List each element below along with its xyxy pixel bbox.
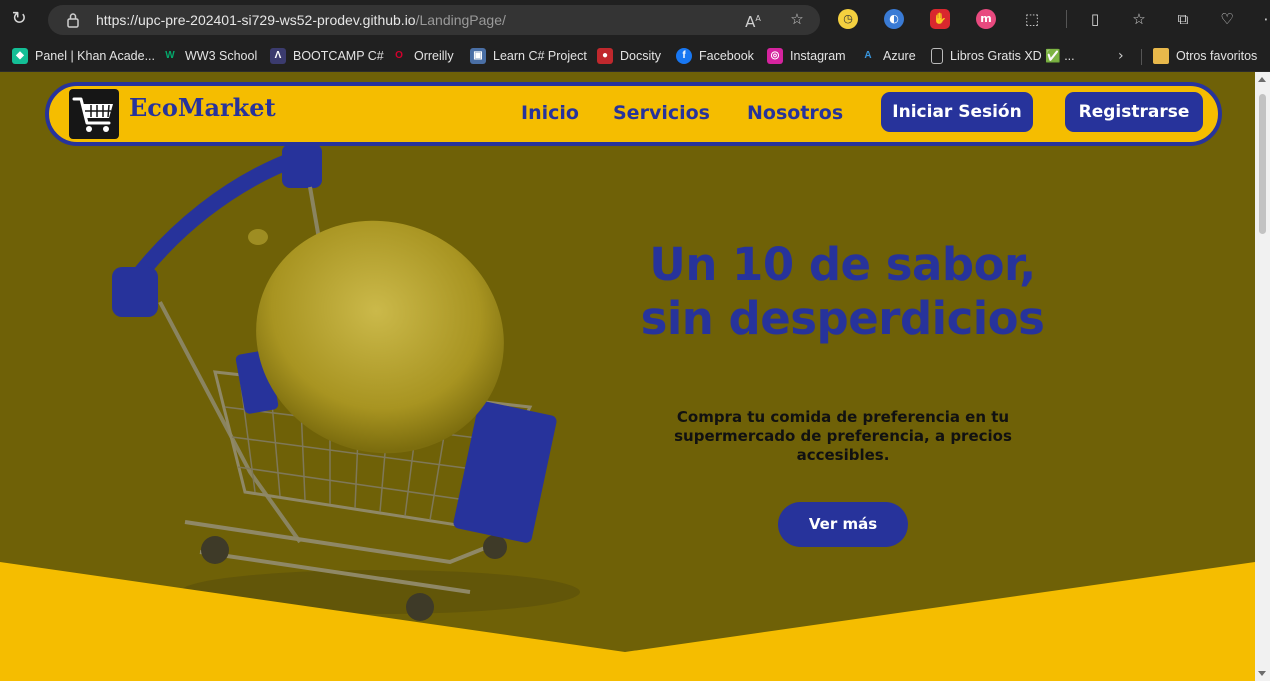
read-aloud-icon[interactable]: AA [744, 10, 762, 31]
collections-icon[interactable]: ⧉ [1173, 9, 1193, 29]
register-button[interactable]: Registrarse [1065, 92, 1203, 132]
bookmark-label: Orreilly [414, 49, 454, 63]
other-favorites-label: Otros favoritos [1176, 49, 1258, 63]
url-main: https://upc-pre-202401-si729-ws52-prodev… [96, 12, 416, 28]
bookmark-facebook[interactable]: f Facebook [676, 46, 754, 66]
favorites-icon[interactable]: ☆ [1129, 9, 1149, 29]
bookmark-label: Facebook [699, 49, 754, 63]
url-text[interactable]: https://upc-pre-202401-si729-ws52-prodev… [96, 12, 506, 28]
hero-headline: Un 10 de sabor, sin desperdicios [600, 238, 1085, 346]
scrollbar-thumb[interactable] [1259, 94, 1266, 234]
document-icon [931, 48, 943, 64]
hero-headline-line2: sin desperdicios [640, 292, 1045, 345]
bookmark-label: WW3 School [185, 49, 258, 63]
bookmarks-bar: ◆ Panel | Khan Acade... W WW3 School Λ BOOT… [0, 40, 1270, 72]
oreilly-icon: O [395, 50, 403, 61]
khan-academy-icon: ◆ [12, 48, 28, 64]
extension-edge-icon[interactable]: ◐ [884, 9, 904, 29]
bookmark-label: Libros Gratis XD ✅ ... [950, 48, 1075, 63]
site-navbar: EcoMarket Inicio Servicios Nosotros Inic… [45, 82, 1222, 146]
bookmark-libros-gratis[interactable]: Libros Gratis XD ✅ ... [931, 46, 1075, 66]
hero-subtext: Compra tu comida de preferencia en tu su… [674, 408, 1012, 464]
instagram-icon: ◎ [767, 48, 783, 64]
reload-icon[interactable]: ↻ [8, 8, 30, 30]
bookmark-label: BOOTCAMP C# [293, 49, 384, 63]
hero-bottom-banner [0, 562, 1255, 681]
w3schools-icon: W [165, 50, 175, 61]
hero-background [0, 144, 1255, 681]
extension-clock-icon[interactable]: ◷ [838, 9, 858, 29]
brand-logo[interactable] [69, 89, 119, 139]
bookmark-instagram[interactable]: ◎ Instagram [767, 46, 846, 66]
extensions-puzzle-icon[interactable]: ⬚ [1022, 9, 1042, 29]
bookmark-learn-csharp[interactable]: ▣ Learn C# Project [470, 46, 587, 66]
ver-mas-button[interactable]: Ver más [778, 502, 908, 547]
address-bar[interactable]: https://upc-pre-202401-si729-ws52-prodev… [48, 5, 820, 35]
page-scrollbar[interactable] [1255, 72, 1270, 681]
facebook-icon: f [676, 48, 692, 64]
bookmark-w3school[interactable]: W WW3 School [162, 46, 257, 66]
hero-headline-line1: Un 10 de sabor, [649, 238, 1036, 291]
bookmark-oreilly[interactable]: O Orreilly [391, 46, 454, 66]
landing-page: EcoMarket Inicio Servicios Nosotros Inic… [0, 72, 1255, 681]
bookmark-label: Instagram [790, 49, 846, 63]
bookmark-azure[interactable]: A Azure [860, 46, 916, 66]
nav-servicios-link[interactable]: Servicios [613, 102, 710, 124]
scroll-down-arrow-icon[interactable] [1258, 671, 1266, 676]
shopping-cart-icon [72, 97, 113, 132]
scroll-up-arrow-icon[interactable] [1258, 77, 1266, 82]
bookmark-khan-academy[interactable]: ◆ Panel | Khan Acade... [12, 46, 155, 66]
docsity-icon: ● [597, 48, 613, 64]
bookmarks-divider [1141, 49, 1142, 65]
brand-name[interactable]: EcoMarket [129, 93, 276, 122]
bookmark-label: Azure [883, 49, 916, 63]
bookmark-label: Learn C# Project [493, 49, 587, 63]
favorite-star-icon[interactable]: ☆ [788, 10, 806, 28]
bookmark-docsity[interactable]: ● Docsity [597, 46, 661, 66]
browser-essentials-icon[interactable]: ♡ [1217, 9, 1237, 29]
split-screen-icon[interactable]: ▯ [1085, 9, 1105, 29]
url-path: /LandingPage/ [415, 12, 506, 28]
bookmark-label: Docsity [620, 49, 661, 63]
azure-icon: A [864, 50, 872, 61]
folder-icon [1153, 48, 1169, 64]
lock-icon[interactable] [66, 12, 80, 28]
bookmark-other-favorites[interactable]: Otros favoritos [1153, 46, 1257, 66]
browser-toolbar: ↻ https://upc-pre-202401-si729-ws52-prod… [0, 0, 1270, 40]
extension-adblock-icon[interactable]: ✋ [930, 9, 950, 29]
bootcamp-icon: Λ [270, 48, 286, 64]
nav-inicio-link[interactable]: Inicio [521, 102, 579, 124]
toolbar-divider [1066, 10, 1067, 28]
bookmark-label: Panel | Khan Acade... [35, 49, 156, 63]
login-button[interactable]: Iniciar Sesión [881, 92, 1033, 132]
chevron-right-icon[interactable]: › [1118, 48, 1124, 64]
learn-csharp-icon: ▣ [470, 48, 486, 64]
bookmark-bootcamp[interactable]: Λ BOOTCAMP C# [270, 46, 384, 66]
more-menu-icon[interactable]: ⋯ [1261, 9, 1270, 29]
extension-m-icon[interactable]: m [976, 9, 996, 29]
nav-nosotros-link[interactable]: Nosotros [747, 102, 843, 124]
